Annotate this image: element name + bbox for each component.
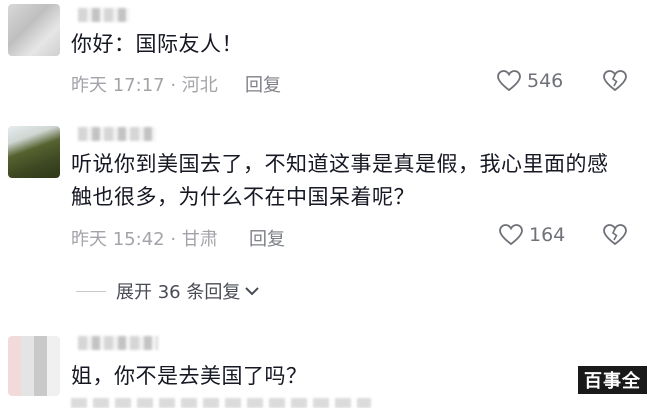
like-count: 546	[527, 70, 564, 92]
username-blurred[interactable]	[78, 127, 156, 141]
comment-text: 听说你到美国去了，不知道这事是真是假，我心里面的感触也很多，为什么不在中国呆着呢…	[71, 152, 609, 209]
comment-meta: 昨天 17:17 · 河北	[71, 75, 218, 96]
broken-heart-icon	[603, 224, 627, 246]
chevron-down-icon	[244, 281, 260, 302]
avatar[interactable]	[8, 4, 60, 56]
heart-outline-icon	[497, 70, 521, 92]
watermark: 百事全	[578, 366, 647, 394]
comment-meta-cutoff	[71, 398, 371, 408]
username-blurred[interactable]	[78, 8, 130, 22]
like-button[interactable]: 546	[497, 70, 563, 92]
comment-text: 你好：国际友人！	[71, 32, 243, 56]
comment-meta: 昨天 15:42 · 甘肃	[71, 229, 218, 250]
reply-button[interactable]: 回复	[249, 225, 285, 251]
broken-heart-icon	[603, 70, 627, 92]
like-count: 164	[529, 224, 566, 246]
avatar[interactable]	[8, 336, 60, 396]
username-blurred[interactable]	[78, 336, 158, 350]
expand-replies-label: 展开 36 条回复	[116, 282, 241, 303]
dislike-button[interactable]	[603, 70, 627, 92]
expand-replies-button[interactable]: 展开 36 条回复	[76, 278, 260, 304]
avatar[interactable]	[8, 126, 60, 178]
reply-button[interactable]: 回复	[245, 71, 281, 97]
like-button[interactable]: 164	[499, 224, 565, 246]
heart-outline-icon	[499, 224, 523, 246]
dislike-button[interactable]	[603, 224, 627, 246]
divider	[76, 290, 106, 292]
comment-text: 姐，你不是去美国了吗？	[71, 364, 308, 388]
